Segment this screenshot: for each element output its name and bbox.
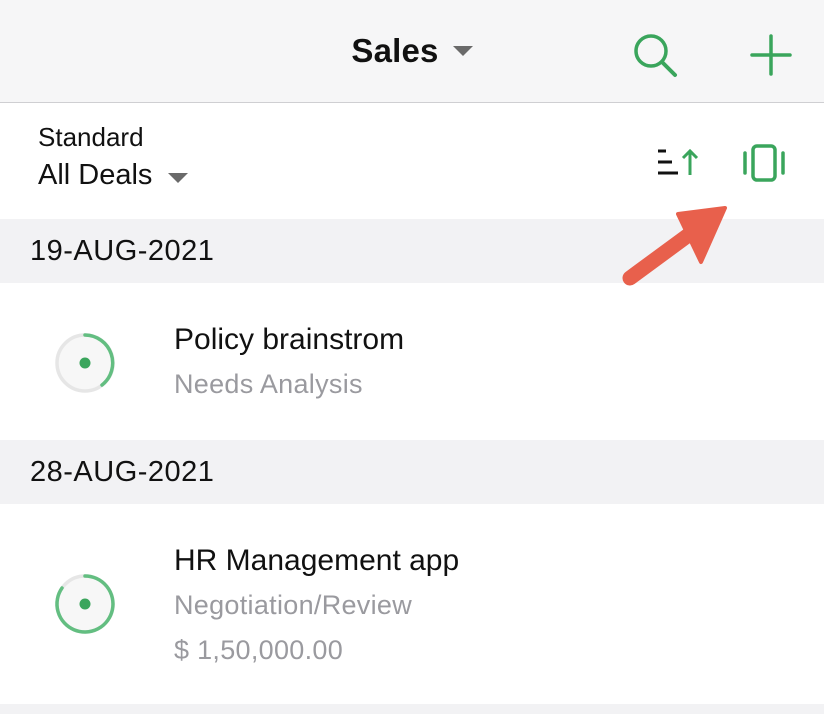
deal-stage: Negotiation/Review [174,590,413,620]
deal-progress-ring-icon [55,333,115,393]
deal-stage: Needs Analysis [174,369,363,399]
chevron-down-icon [452,46,473,56]
module-switcher[interactable]: Sales [0,32,824,70]
plus-icon [750,34,792,76]
view-category-label: Standard [38,122,144,152]
sort-ascending-icon [658,148,699,175]
view-dropdown[interactable]: All Deals [38,159,189,192]
deal-name: HR Management app [174,544,460,577]
date-section-header: 28-AUG-2021 [0,440,824,504]
kanban-view-icon [743,144,785,182]
view-selector-row: Standard All Deals [0,103,824,219]
view-name: All Deals [38,159,153,191]
kanban-view-button[interactable] [740,139,788,187]
add-deal-button[interactable] [746,30,796,80]
deal-name: Policy brainstrom [174,323,405,356]
section-date: 28-AUG-2021 [30,455,215,488]
date-section-header: 19-AUG-2021 [0,219,824,283]
sort-button[interactable] [652,143,704,183]
deal-list-item[interactable]: Policy brainstrom Needs Analysis [0,283,824,440]
section-date: 19-AUG-2021 [30,234,215,267]
chevron-down-icon [168,172,189,183]
deal-progress-ring-icon [55,574,115,634]
navigation-bar: Sales [0,0,824,103]
deals-screen: Sales Standard All Deals 19-AUG-2021 Pol… [0,0,824,714]
search-button[interactable] [630,30,680,80]
search-icon [634,34,677,77]
deal-amount: $ 1,50,000.00 [174,635,344,665]
date-section-header [0,704,824,714]
deal-list-item[interactable]: HR Management app Negotiation/Review $ 1… [0,504,824,704]
module-title: Sales [351,32,439,69]
